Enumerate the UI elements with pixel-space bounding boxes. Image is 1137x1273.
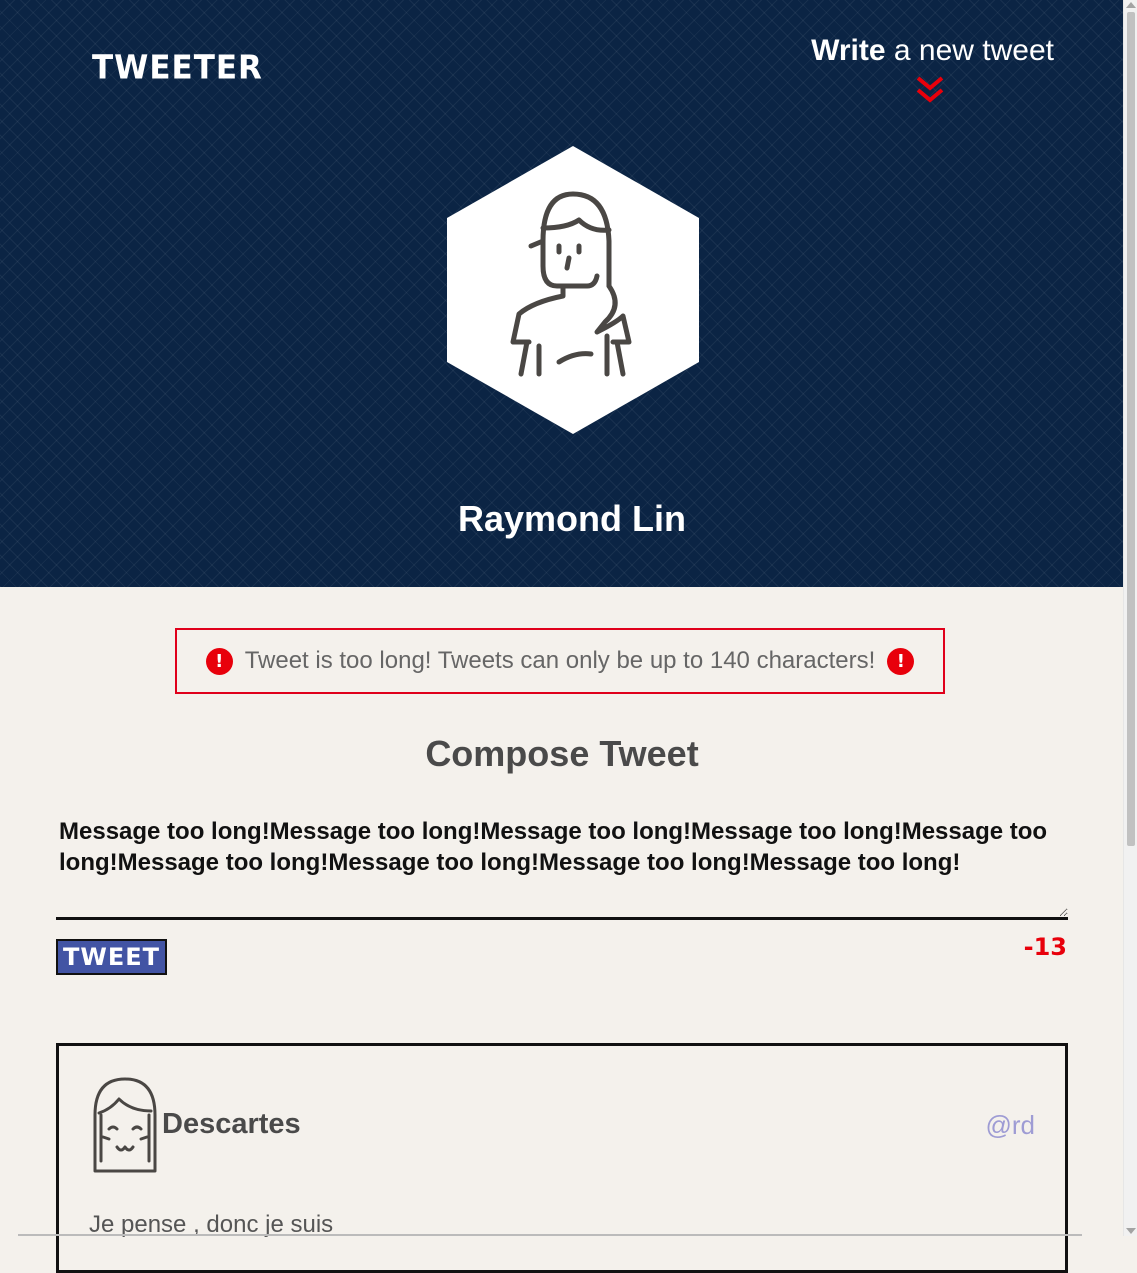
hexagon-avatar-girl-icon — [447, 146, 699, 434]
scroll-up-arrow-icon[interactable] — [1126, 2, 1136, 8]
write-label-bold: Write — [811, 34, 886, 67]
brand-logo[interactable]: TWEETER — [92, 49, 263, 87]
profile-header: TWEETER Write a new tweet Raymond Lin — [0, 0, 1124, 587]
girl-face-avatar-icon — [93, 1077, 157, 1173]
vertical-scrollbar[interactable] — [1123, 0, 1137, 1236]
tweet-textarea[interactable]: Message too long!Message too long!Messag… — [56, 812, 1068, 920]
scrollbar-thumb[interactable] — [1127, 12, 1135, 846]
compose-title: Compose Tweet — [425, 733, 699, 774]
character-counter: -13 — [1023, 933, 1067, 961]
error-message-box: ! Tweet is too long! Tweets can only be … — [175, 628, 945, 694]
tweet-submit-button[interactable]: TWEET — [56, 939, 167, 975]
page: TWEETER Write a new tweet Raymond Lin ! … — [0, 0, 1124, 1273]
scroll-down-arrow-icon[interactable] — [1126, 1228, 1136, 1234]
exclamation-circle-icon: ! — [205, 647, 233, 675]
double-chevron-down-icon[interactable] — [912, 75, 948, 105]
tweet-card: Descartes @rd Je pense , donc je suis — [56, 1043, 1068, 1273]
tweet-author-handle[interactable]: @rd — [985, 1110, 1035, 1141]
tweet-author-name: Descartes — [162, 1108, 301, 1140]
error-message-text: Tweet is too long! Tweets can only be up… — [244, 647, 876, 674]
profile-user-name: Raymond Lin — [457, 498, 686, 539]
write-new-tweet-link[interactable]: Write a new tweet — [811, 34, 1054, 68]
exclamation-circle-icon: ! — [887, 647, 915, 675]
write-label-rest: a new tweet — [885, 34, 1054, 67]
